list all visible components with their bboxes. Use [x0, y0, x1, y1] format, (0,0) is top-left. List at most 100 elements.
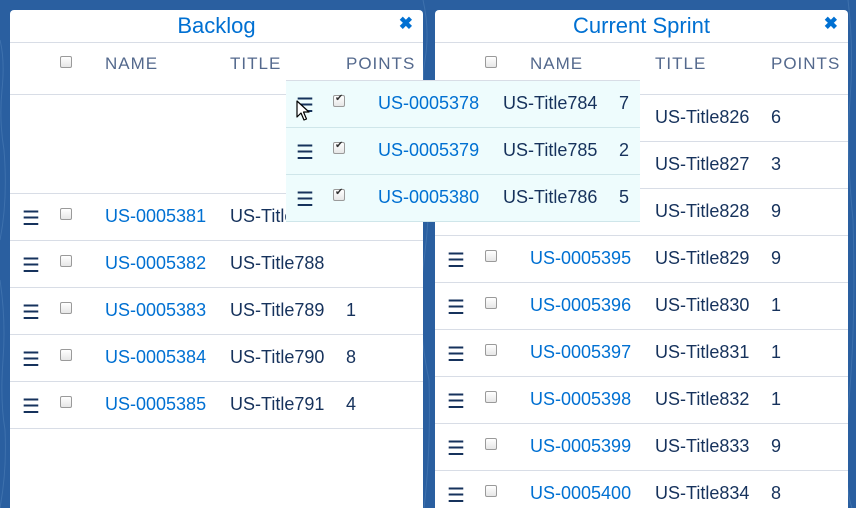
story-points: 5 — [619, 187, 630, 207]
close-icon[interactable]: ✖ — [824, 10, 838, 38]
story-title: US-Title833 — [655, 436, 750, 456]
row-checkbox[interactable] — [60, 255, 72, 267]
story-title: US-Title827 — [655, 154, 750, 174]
row-checkbox[interactable] — [60, 208, 72, 220]
drag-handle-icon[interactable]: ☰ — [447, 483, 465, 508]
row-checkbox-checked[interactable] — [333, 93, 345, 107]
story-title: US-Title791 — [230, 394, 325, 414]
drag-handle-icon[interactable]: ☰ — [22, 394, 40, 419]
story-title: US-Title788 — [230, 253, 325, 273]
close-icon[interactable]: ✖ — [399, 10, 413, 38]
column-points[interactable]: POINTS — [346, 54, 415, 74]
backlog-title: Backlog — [177, 13, 256, 38]
story-name-link[interactable]: US-0005384 — [105, 347, 206, 368]
story-points: 3 — [771, 154, 782, 174]
drag-handle-icon[interactable]: ☰ — [447, 295, 465, 320]
story-points: 1 — [346, 300, 357, 320]
row-checkbox[interactable] — [60, 302, 72, 314]
drag-handle-icon[interactable]: ☰ — [447, 342, 465, 367]
story-name-link[interactable]: US-0005381 — [105, 206, 206, 227]
drag-handle-icon[interactable]: ☰ — [22, 347, 40, 372]
column-title[interactable]: TITLE — [655, 54, 706, 74]
select-all-checkbox[interactable] — [485, 56, 497, 68]
row-checkbox[interactable] — [485, 297, 497, 309]
story-points: 1 — [771, 342, 782, 362]
row-checkbox-checked[interactable] — [333, 140, 345, 154]
table-row[interactable]: ☰ US-0005398 US-Title832 1 — [435, 377, 848, 424]
dragged-row[interactable]: ☰ US-0005378 US-Title784 7 — [286, 81, 640, 128]
row-checkbox[interactable] — [485, 344, 497, 356]
story-points: 6 — [771, 107, 782, 127]
story-points: 9 — [771, 201, 782, 221]
table-row[interactable]: ☰ US-0005397 US-Title831 1 — [435, 330, 848, 377]
table-row[interactable]: ☰ US-0005395 US-Title829 9 — [435, 236, 848, 283]
row-checkbox[interactable] — [60, 349, 72, 361]
story-name-link[interactable]: US-0005383 — [105, 300, 206, 321]
sprint-header: Current Sprint ✖ — [435, 10, 848, 43]
story-title: US-Title829 — [655, 248, 750, 268]
sprint-title: Current Sprint — [573, 13, 710, 38]
drag-handle-icon[interactable]: ☰ — [22, 206, 40, 231]
story-title: US-Title785 — [503, 140, 598, 160]
story-name-link[interactable]: US-0005378 — [378, 93, 479, 114]
story-title: US-Title784 — [503, 93, 598, 113]
story-title: US-Title830 — [655, 295, 750, 315]
story-name-link[interactable]: US-0005380 — [378, 187, 479, 208]
story-name-link[interactable]: US-0005399 — [530, 436, 631, 457]
mouse-cursor-icon — [296, 100, 310, 121]
table-row[interactable]: ☰ US-0005399 US-Title833 9 — [435, 424, 848, 471]
dragged-row[interactable]: ☰ US-0005379 US-Title785 2 — [286, 128, 640, 175]
story-title: US-Title826 — [655, 107, 750, 127]
column-name[interactable]: NAME — [530, 54, 583, 74]
row-checkbox[interactable] — [485, 485, 497, 497]
story-name-link[interactable]: US-0005396 — [530, 295, 631, 316]
row-checkbox[interactable] — [485, 250, 497, 262]
story-points: 7 — [619, 93, 630, 113]
drag-handle-icon[interactable]: ☰ — [296, 187, 314, 212]
column-title[interactable]: TITLE — [230, 54, 281, 74]
story-name-link[interactable]: US-0005397 — [530, 342, 631, 363]
table-row[interactable]: ☰ US-0005384 US-Title790 8 — [10, 335, 423, 382]
story-title: US-Title786 — [503, 187, 598, 207]
story-points: 9 — [771, 436, 782, 456]
drag-handle-icon[interactable]: ☰ — [447, 436, 465, 461]
story-title: US-Title834 — [655, 483, 750, 503]
dragged-row[interactable]: ☰ US-0005380 US-Title786 5 — [286, 175, 640, 222]
story-name-link[interactable]: US-0005385 — [105, 394, 206, 415]
drag-handle-icon[interactable]: ☰ — [447, 389, 465, 414]
drag-handle-icon[interactable]: ☰ — [296, 140, 314, 165]
story-name-link[interactable]: US-0005398 — [530, 389, 631, 410]
story-points: 9 — [771, 248, 782, 268]
drag-handle-icon[interactable]: ☰ — [447, 248, 465, 273]
row-checkbox[interactable] — [485, 438, 497, 450]
backlog-header: Backlog ✖ — [10, 10, 423, 43]
story-name-link[interactable]: US-0005395 — [530, 248, 631, 269]
table-row[interactable]: ☰ US-0005385 US-Title791 4 — [10, 382, 423, 429]
story-name-link[interactable]: US-0005382 — [105, 253, 206, 274]
story-name-link[interactable]: US-0005379 — [378, 140, 479, 161]
row-checkbox-checked[interactable] — [333, 187, 345, 201]
story-title: US-Title789 — [230, 300, 325, 320]
dragged-rows[interactable]: ☰ US-0005378 US-Title784 7 ☰ US-0005379 … — [286, 80, 640, 222]
table-row[interactable]: ☰ US-0005400 US-Title834 8 — [435, 471, 848, 508]
select-all-checkbox[interactable] — [60, 56, 72, 68]
drag-handle-icon[interactable]: ☰ — [22, 253, 40, 278]
backlog-list: ☰ US-0005381 US-Title787 ☰ US-0005382 US… — [10, 194, 423, 429]
table-row[interactable]: ☰ US-0005383 US-Title789 1 — [10, 288, 423, 335]
column-points[interactable]: POINTS — [771, 54, 840, 74]
story-title: US-Title831 — [655, 342, 750, 362]
story-points: 4 — [346, 394, 357, 414]
column-name[interactable]: NAME — [105, 54, 158, 74]
drag-handle-icon[interactable]: ☰ — [22, 300, 40, 325]
story-points: 8 — [771, 483, 782, 503]
story-points: 1 — [771, 389, 782, 409]
story-title: US-Title828 — [655, 201, 750, 221]
story-name-link[interactable]: US-0005400 — [530, 483, 631, 504]
row-checkbox[interactable] — [60, 396, 72, 408]
story-points: 2 — [619, 140, 630, 160]
story-title: US-Title832 — [655, 389, 750, 409]
table-row[interactable]: ☰ US-0005382 US-Title788 — [10, 241, 423, 288]
row-checkbox[interactable] — [485, 391, 497, 403]
table-row[interactable]: ☰ US-0005396 US-Title830 1 — [435, 283, 848, 330]
story-points: 8 — [346, 347, 357, 367]
